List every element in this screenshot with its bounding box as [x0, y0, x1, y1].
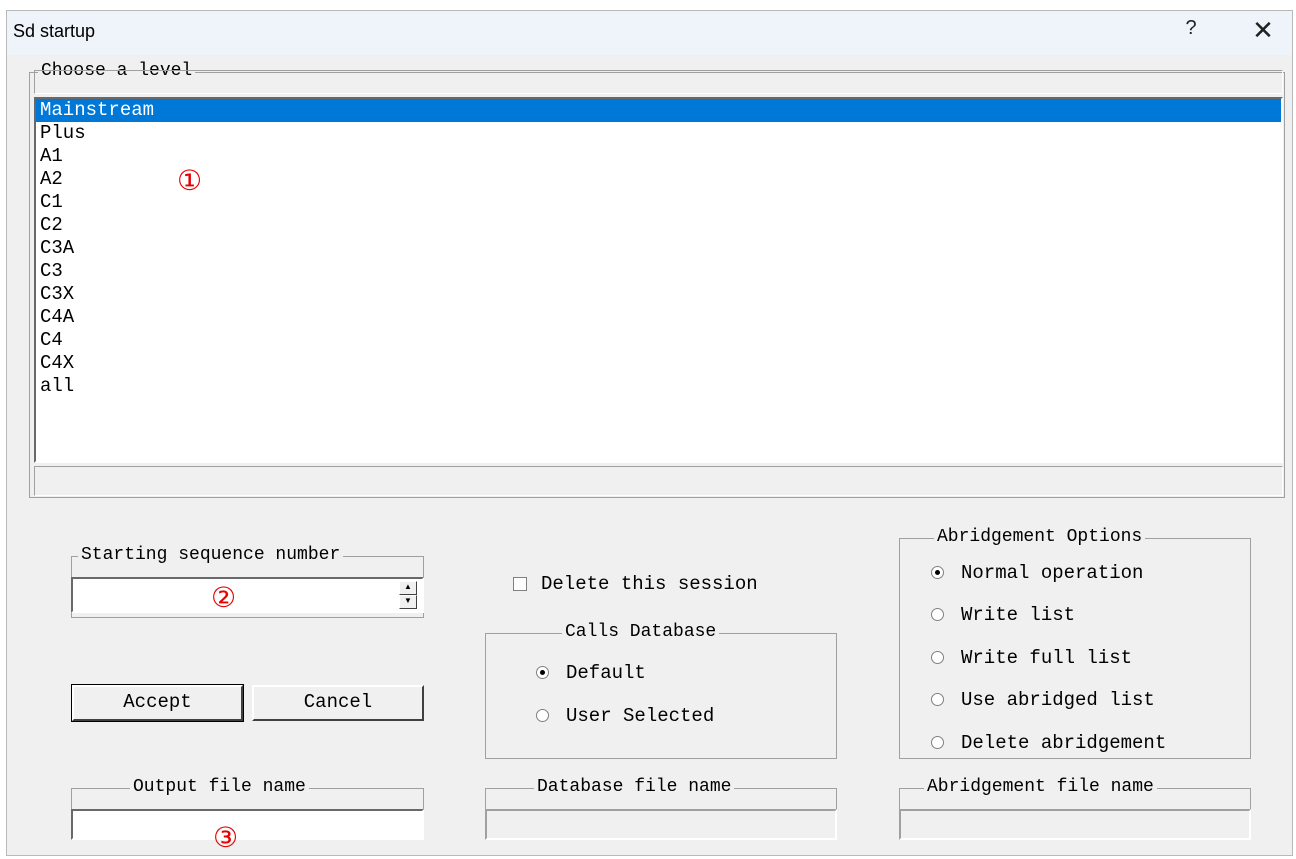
- spin-up-button[interactable]: ▲: [399, 581, 417, 595]
- list-item[interactable]: C4A: [36, 306, 1281, 329]
- calls-default-radio[interactable]: [536, 666, 549, 679]
- dialog-window: Sd startup ? ✕ Choose a level Mainstream…: [6, 10, 1293, 856]
- abridgement-label: Abridgement Options: [934, 527, 1146, 547]
- calls-default-label[interactable]: Default: [566, 662, 646, 684]
- abridge-use-list-radio[interactable]: [931, 693, 944, 706]
- list-item[interactable]: C4X: [36, 352, 1281, 375]
- accept-button[interactable]: Accept: [71, 684, 244, 722]
- delete-session-checkbox[interactable]: [513, 577, 527, 591]
- abridge-use-list-label[interactable]: Use abridged list: [961, 689, 1155, 711]
- delete-session-label[interactable]: Delete this session: [541, 573, 758, 595]
- level-status-strip: [34, 466, 1283, 496]
- close-button[interactable]: ✕: [1248, 15, 1278, 45]
- list-item[interactable]: Plus: [36, 122, 1281, 145]
- help-button[interactable]: ?: [1176, 17, 1206, 40]
- annotation-marker-3: ③: [213, 821, 239, 854]
- window-title: Sd startup: [13, 21, 96, 41]
- list-item[interactable]: C2: [36, 214, 1281, 237]
- title-bar[interactable]: Sd startup ? ✕: [7, 11, 1292, 55]
- output-label: Output file name: [130, 777, 309, 797]
- database-file-label: Database file name: [534, 777, 735, 797]
- list-item[interactable]: C4: [36, 329, 1281, 352]
- database-file-input: [485, 809, 837, 840]
- annotation-marker-2: ②: [211, 581, 237, 614]
- abridgement-file-input: [899, 809, 1251, 840]
- cancel-button[interactable]: Cancel: [252, 685, 424, 721]
- calls-database-label: Calls Database: [562, 622, 720, 642]
- list-item[interactable]: C3: [36, 260, 1281, 283]
- abridge-delete-label[interactable]: Delete abridgement: [961, 732, 1166, 754]
- list-item[interactable]: A1: [36, 145, 1281, 168]
- calls-user-selected-radio[interactable]: [536, 709, 549, 722]
- list-item[interactable]: C3X: [36, 283, 1281, 306]
- abridge-write-full-label[interactable]: Write full list: [961, 647, 1132, 669]
- level-listbox[interactable]: Mainstream Plus A1 A2 C1 C2 C3A C3 C3X C4A C4 C4X al…: [34, 97, 1283, 463]
- list-item[interactable]: A2: [36, 168, 1281, 191]
- abridgement-file-label: Abridgement file name: [924, 777, 1157, 797]
- abridge-write-full-radio[interactable]: [931, 651, 944, 664]
- abridge-delete-radio[interactable]: [931, 736, 944, 749]
- list-item[interactable]: all: [36, 375, 1281, 398]
- abridge-write-list-radio[interactable]: [931, 608, 944, 621]
- list-item[interactable]: C1: [36, 191, 1281, 214]
- list-item[interactable]: Mainstream: [36, 99, 1281, 122]
- spin-down-button[interactable]: ▼: [399, 595, 417, 609]
- abridge-normal-radio[interactable]: [931, 566, 944, 579]
- annotation-marker-1: ①: [177, 164, 203, 197]
- sequence-input[interactable]: [71, 577, 424, 613]
- abridge-write-list-label[interactable]: Write list: [961, 604, 1075, 626]
- list-item[interactable]: C3A: [36, 237, 1281, 260]
- output-file-input[interactable]: [71, 809, 424, 840]
- abridge-normal-label[interactable]: Normal operation: [961, 562, 1143, 584]
- calls-user-selected-label[interactable]: User Selected: [566, 705, 714, 727]
- level-header-strip: [34, 70, 1283, 94]
- calls-database-group: Calls Database: [485, 622, 837, 759]
- sequence-label: Starting sequence number: [78, 545, 344, 565]
